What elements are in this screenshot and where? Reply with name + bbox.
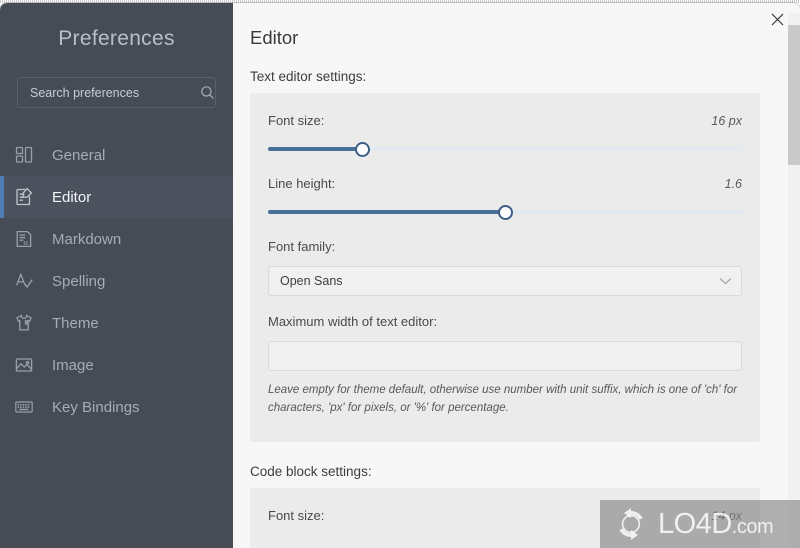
slider-fill bbox=[268, 147, 363, 151]
font-family-select[interactable]: Open Sans bbox=[268, 266, 742, 296]
spellcheck-icon bbox=[14, 271, 50, 291]
sidebar-item-label: Editor bbox=[52, 188, 92, 206]
code-font-size-value: 14 px bbox=[711, 508, 742, 523]
content-pane: Editor Text editor settings: Font size: … bbox=[233, 3, 800, 548]
max-width-input[interactable] bbox=[268, 341, 742, 371]
line-height-slider[interactable] bbox=[268, 203, 742, 221]
scrollbar-thumb[interactable] bbox=[788, 25, 800, 165]
search-preferences-box[interactable] bbox=[17, 77, 216, 108]
section-label-text-editor: Text editor settings: bbox=[250, 69, 367, 84]
image-icon bbox=[14, 355, 50, 375]
slider-fill bbox=[268, 210, 505, 214]
settings-scroll-area: Editor Text editor settings: Font size: … bbox=[233, 3, 785, 548]
text-editor-settings-panel: Font size: 16 px Line height: 1.6 Font f… bbox=[250, 93, 760, 442]
sidebar-item-markdown[interactable]: M Markdown bbox=[0, 218, 233, 260]
sidebar-title: Preferences bbox=[58, 27, 175, 50]
sidebar-nav: General Editor M Markdown Spelling Theme… bbox=[0, 134, 233, 428]
sidebar: Preferences Search preferences General E… bbox=[0, 3, 233, 548]
field-label: Font size: bbox=[268, 507, 325, 523]
field-max-width: Maximum width of text editor: Leave empt… bbox=[268, 314, 742, 418]
sidebar-item-image[interactable]: Image bbox=[0, 344, 233, 386]
close-icon[interactable] bbox=[766, 8, 788, 30]
code-block-settings-panel: Font size: 14 px bbox=[250, 487, 760, 548]
search-icon bbox=[199, 85, 215, 100]
field-label: Maximum width of text editor: bbox=[268, 314, 438, 329]
sidebar-item-label: Theme bbox=[52, 314, 99, 332]
sidebar-item-label: Markdown bbox=[52, 230, 122, 248]
edit-document-icon bbox=[14, 187, 50, 207]
sidebar-item-key-bindings[interactable]: Key Bindings bbox=[0, 386, 233, 428]
sidebar-item-editor[interactable]: Editor bbox=[0, 176, 233, 218]
sidebar-item-theme[interactable]: Theme bbox=[0, 302, 233, 344]
page-title: Editor bbox=[250, 27, 299, 48]
font-size-value: 16 px bbox=[711, 114, 742, 128]
sidebar-item-label: General bbox=[52, 146, 106, 164]
chevron-down-icon bbox=[719, 274, 732, 288]
markdown-file-icon: M bbox=[14, 229, 50, 249]
line-height-value: 1.6 bbox=[724, 177, 742, 191]
search-input[interactable] bbox=[18, 85, 199, 100]
keyboard-icon bbox=[14, 397, 50, 417]
slider-thumb[interactable] bbox=[355, 142, 371, 157]
section-label-code-block: Code block settings: bbox=[250, 463, 372, 479]
sidebar-item-general[interactable]: General bbox=[0, 134, 233, 176]
sidebar-item-label: Spelling bbox=[52, 272, 106, 290]
field-label: Font size: bbox=[268, 113, 325, 128]
slider-thumb[interactable] bbox=[497, 205, 513, 220]
preferences-window-screenshot: Preferences Search preferences General E… bbox=[0, 0, 800, 548]
layout-grid-icon bbox=[14, 145, 50, 165]
field-code-font-size: Font size: 14 px bbox=[268, 508, 742, 523]
field-label: Font family: bbox=[268, 239, 336, 254]
max-width-help-text: Leave empty for theme default, otherwise… bbox=[268, 384, 738, 414]
sidebar-item-spelling[interactable]: Spelling bbox=[0, 260, 233, 302]
font-size-slider[interactable] bbox=[268, 140, 742, 158]
sidebar-item-label: Key Bindings bbox=[52, 398, 140, 416]
field-font-family: Font family: Open Sans bbox=[268, 239, 742, 296]
field-label: Line height: bbox=[268, 176, 336, 191]
field-line-height: Line height: 1.6 bbox=[268, 176, 742, 221]
tshirt-icon bbox=[14, 313, 50, 333]
font-family-value: Open Sans bbox=[280, 274, 343, 288]
scrollbar-track[interactable] bbox=[788, 13, 800, 548]
svg-text:M: M bbox=[24, 241, 28, 247]
field-font-size: Font size: 16 px bbox=[268, 113, 742, 158]
sidebar-item-label: Image bbox=[52, 356, 94, 374]
preferences-window: Preferences Search preferences General E… bbox=[0, 3, 800, 548]
